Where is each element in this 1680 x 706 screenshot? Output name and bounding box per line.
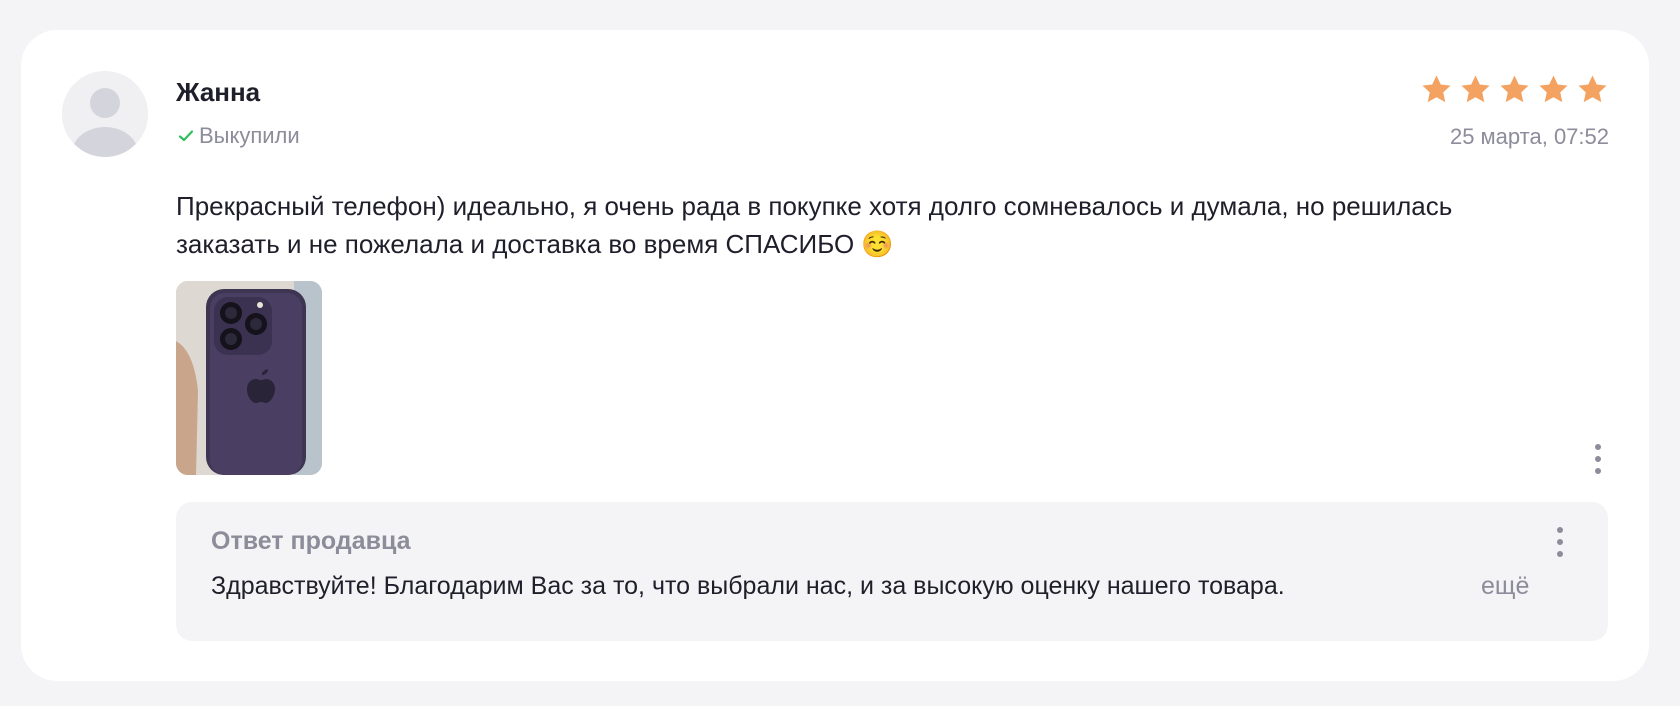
review-more-icon[interactable] — [1588, 439, 1608, 479]
review-card: Жанна Выкупили 25 марта, 07:52 Прекрасны… — [21, 30, 1649, 681]
review-text: Прекрасный телефон) идеально, я очень ра… — [176, 191, 1453, 259]
seller-reply-title: Ответ продавца — [211, 527, 411, 555]
review-date: 25 марта, 07:52 — [1449, 124, 1609, 149]
star-icon — [1500, 75, 1529, 103]
seller-reply-text: Здравствуйте! Благодарим Вас за то, что … — [211, 572, 1285, 600]
author-name: Жанна — [176, 77, 261, 107]
seller-reply: Ответ продавца Здравствуйте! Благодарим … — [176, 502, 1608, 641]
star-icon — [1578, 75, 1607, 103]
star-icon — [1422, 75, 1451, 103]
check-icon — [178, 130, 194, 142]
user-avatar-icon — [62, 71, 148, 157]
purchase-status-label: Выкупили — [199, 123, 300, 148]
star-icon — [1539, 75, 1568, 103]
star-icon — [1461, 75, 1490, 103]
rating-stars — [1420, 73, 1609, 106]
review-photo[interactable] — [176, 281, 322, 475]
seller-reply-more-icon[interactable] — [1550, 522, 1570, 562]
seller-reply-more-link[interactable]: ещё — [1481, 572, 1529, 601]
purchase-status: Выкупили — [177, 123, 300, 149]
